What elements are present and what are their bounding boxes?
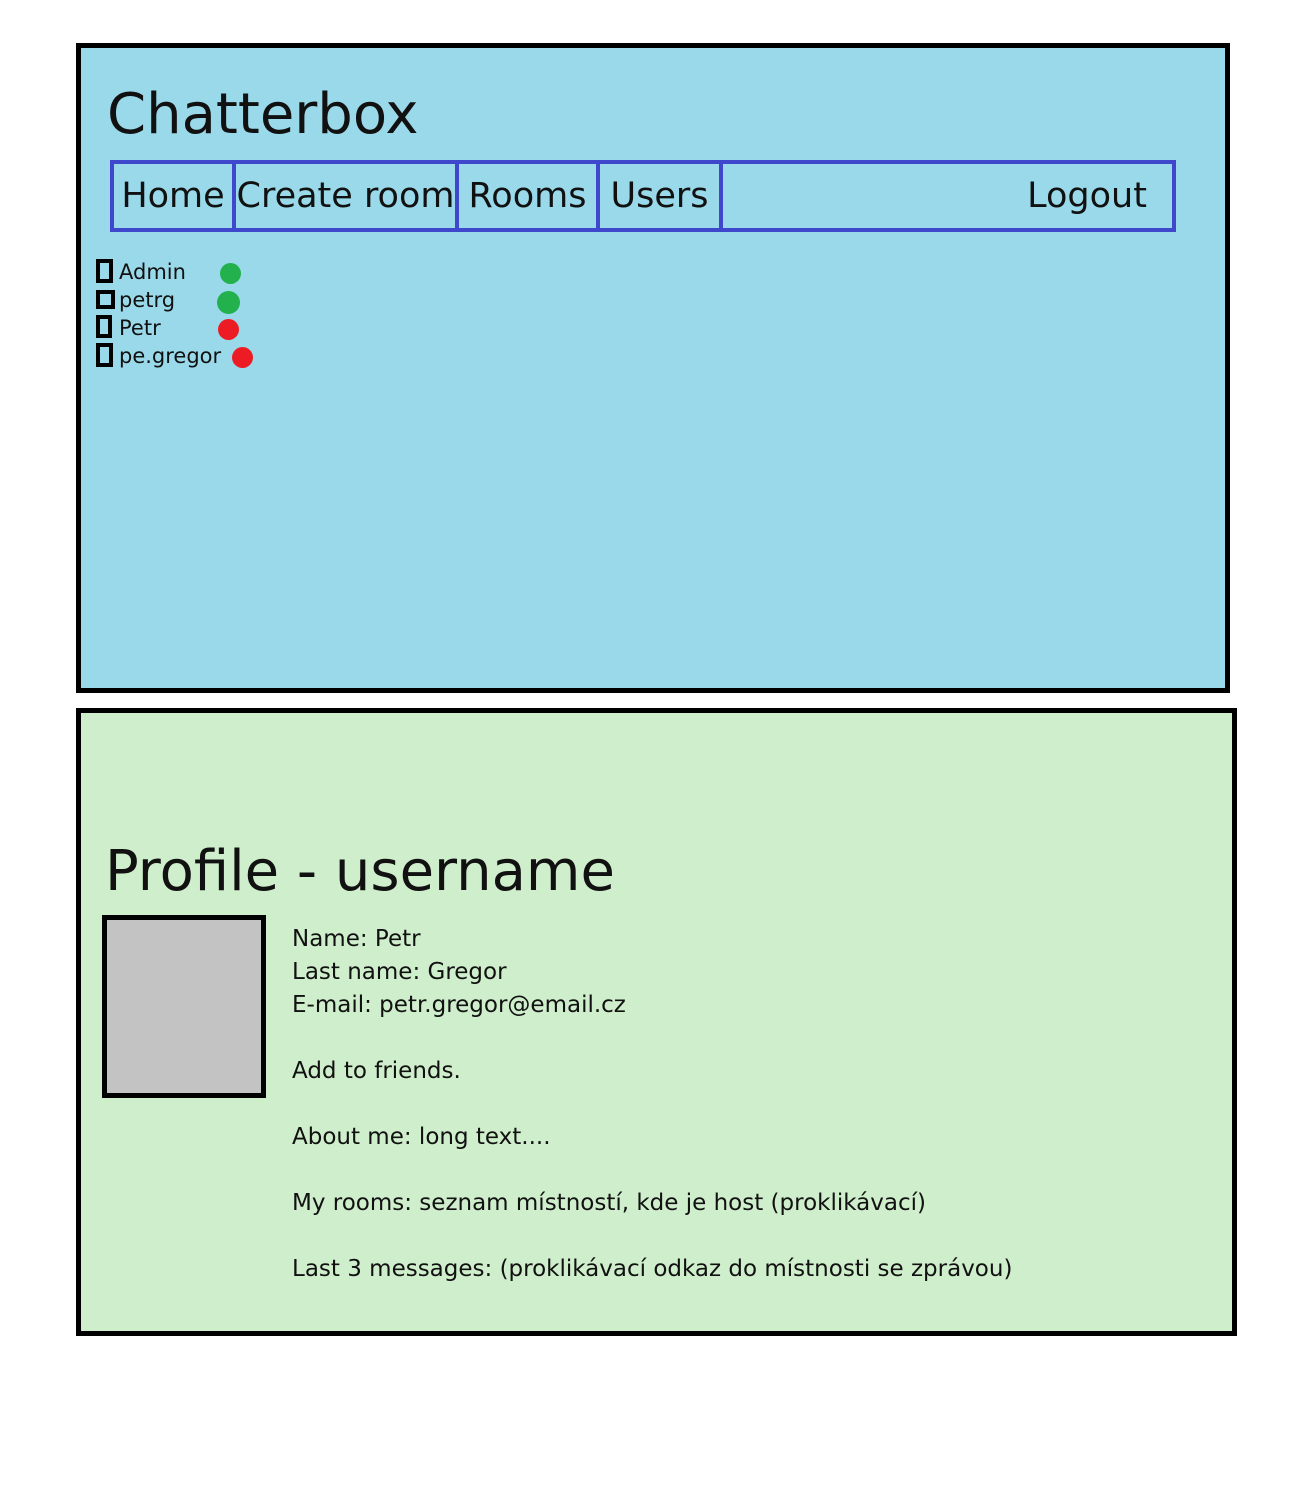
user-item-admin[interactable]: Admin	[92, 258, 332, 286]
profile-last-name: Last name: Gregor	[292, 959, 507, 985]
user-icon	[96, 259, 113, 283]
navbar: Home Create room Rooms Users Logout	[110, 160, 1176, 232]
user-name: pe.gregor	[119, 344, 222, 368]
online-status-icon	[220, 263, 241, 284]
user-item-petr[interactable]: Petr	[92, 314, 332, 342]
user-icon	[96, 343, 113, 367]
offline-status-icon	[218, 319, 239, 340]
nav-divider	[719, 162, 723, 232]
user-icon	[96, 315, 112, 338]
page-title: Profile - username	[105, 839, 615, 904]
user-item-pe-gregor[interactable]: pe.gregor	[92, 342, 332, 370]
nav-users-link[interactable]: Users	[600, 164, 719, 228]
profile-about-me: About me: long text....	[292, 1124, 551, 1150]
profile-details: Name: Petr Last name: Gregor E-mail: pet…	[292, 923, 1012, 1286]
user-name: petrg	[119, 288, 176, 312]
logout-link[interactable]: Logout	[1014, 164, 1160, 228]
profile-name: Name: Petr	[292, 926, 421, 952]
app-title: Chatterbox	[107, 82, 419, 147]
user-name: Admin	[119, 260, 186, 284]
user-icon	[96, 290, 115, 309]
nav-create-room-link[interactable]: Create room	[236, 164, 455, 228]
nav-home-link[interactable]: Home	[114, 164, 232, 228]
add-to-friends-link[interactable]: Add to friends.	[292, 1055, 1012, 1088]
offline-status-icon	[232, 347, 253, 368]
last-messages-list[interactable]: Last 3 messages: (proklikávací odkaz do …	[292, 1253, 1012, 1286]
avatar	[102, 915, 266, 1098]
nav-rooms-link[interactable]: Rooms	[459, 164, 596, 228]
header-panel: Chatterbox Home Create room Rooms Users …	[76, 43, 1230, 693]
my-rooms-list[interactable]: My rooms: seznam místností, kde je host …	[292, 1187, 1012, 1220]
profile-panel: Profile - username Name: Petr Last name:…	[76, 708, 1237, 1336]
online-status-icon	[217, 291, 240, 314]
user-item-petrg[interactable]: petrg	[92, 286, 332, 314]
user-name: Petr	[119, 316, 161, 340]
profile-email: E-mail: petr.gregor@email.cz	[292, 992, 626, 1018]
online-users-list: Admin petrg Petr pe.gregor	[92, 258, 332, 370]
